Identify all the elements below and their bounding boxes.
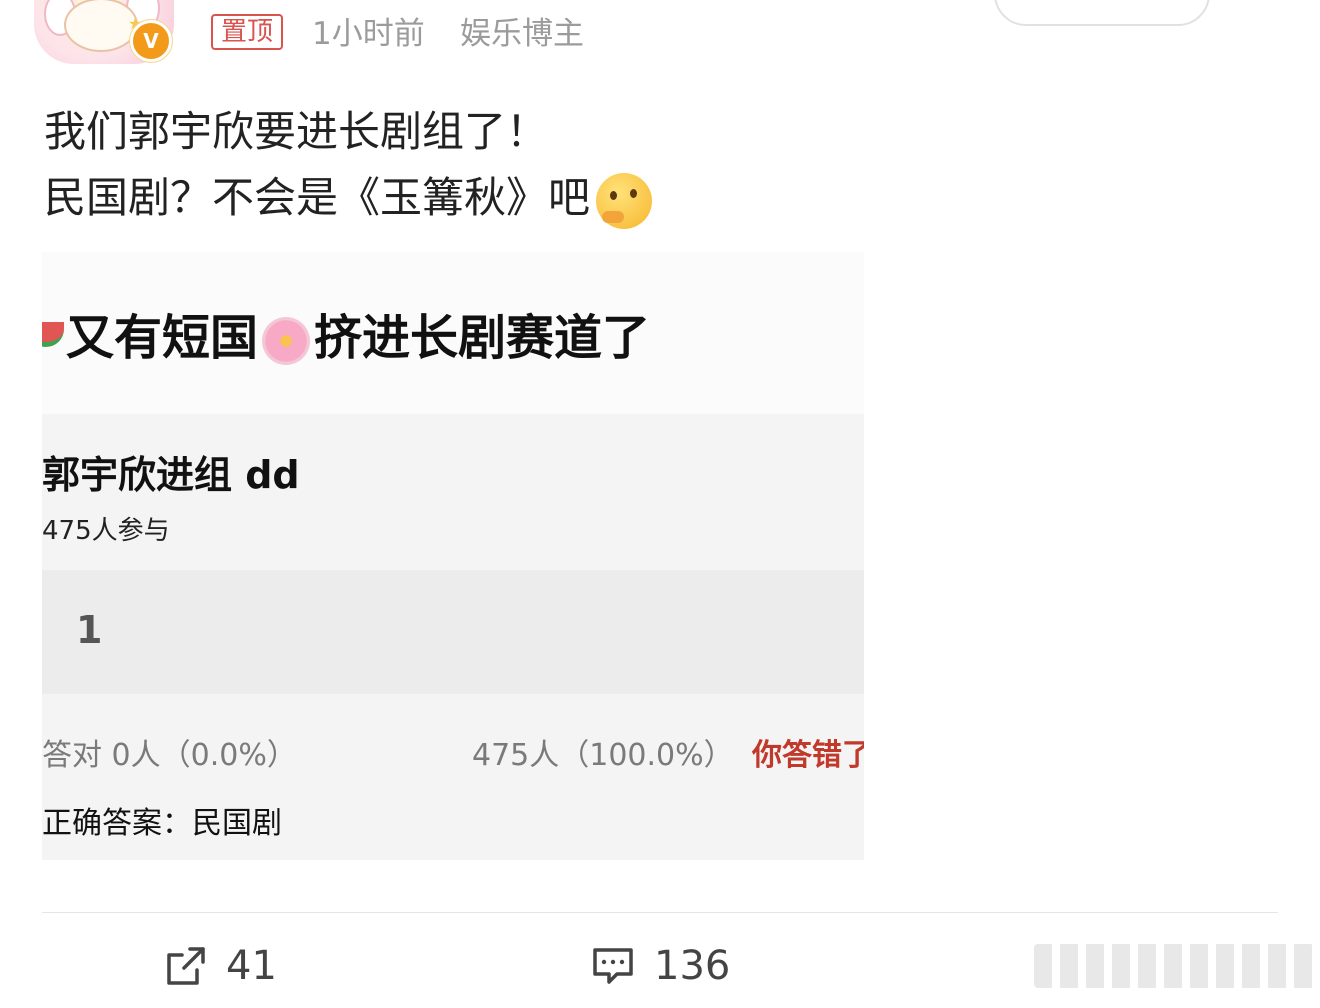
post-time: 1小时前: [312, 16, 425, 52]
like-icon: [1034, 944, 1314, 988]
quiz-card: 郭宇欣进组 dd 475人参与 1 答对 0人（0.0%） 475人（100.0…: [42, 414, 864, 860]
forward-icon: [167, 947, 205, 985]
divider: [42, 912, 1278, 913]
follow-button[interactable]: [994, 0, 1210, 26]
comment-button[interactable]: 136: [590, 938, 730, 994]
post-text-line2: 民国剧？不会是《玉篝秋》吧: [44, 164, 653, 229]
pinned-badge: 置顶: [211, 14, 284, 50]
verified-icon: V: [130, 20, 172, 62]
embed-headline-part2: 挤进长剧赛道了: [314, 310, 651, 366]
watermelon-emoji: [42, 322, 64, 347]
forward-button[interactable]: 41: [164, 938, 277, 994]
embed-headline: 又有短国 挤进长剧赛道了: [66, 298, 650, 368]
cherry-blossom-emoji: [262, 317, 311, 365]
quiz-wrong-stat: 475人（100.0%）: [472, 738, 734, 773]
quiz-option-label: 1: [76, 608, 103, 652]
like-button[interactable]: [1024, 938, 1314, 994]
post-source: 娱乐博主: [460, 16, 584, 52]
avatar-face: [64, 0, 138, 52]
quiz-participants: 475人参与: [42, 516, 170, 546]
quiz-title: 郭宇欣进组 dd: [42, 453, 300, 497]
quiz-wrong-label: 你答错了: [752, 738, 864, 773]
thinking-face-emoji: [596, 172, 653, 229]
embed-headline-part1: 又有短国: [66, 310, 259, 366]
quiz-answer: 正确答案：民国剧: [42, 806, 282, 841]
comment-count: 136: [654, 943, 731, 989]
quiz-option: 1: [42, 570, 864, 694]
embed-header-area: 又有短国 挤进长剧赛道了: [42, 252, 864, 414]
embedded-image[interactable]: 又有短国 挤进长剧赛道了 郭宇欣进组 dd 475人参与 1 答对 0人（0.0%…: [42, 252, 864, 872]
comment-icon: [593, 948, 633, 984]
forward-count: 41: [226, 943, 277, 989]
post-text-line2-text: 民国剧？不会是《玉篝秋》吧: [44, 173, 591, 222]
quiz-correct-stat: 答对 0人（0.0%）: [42, 738, 297, 773]
post-text-line1: 我们郭宇欣要进长剧组了！: [44, 107, 549, 156]
